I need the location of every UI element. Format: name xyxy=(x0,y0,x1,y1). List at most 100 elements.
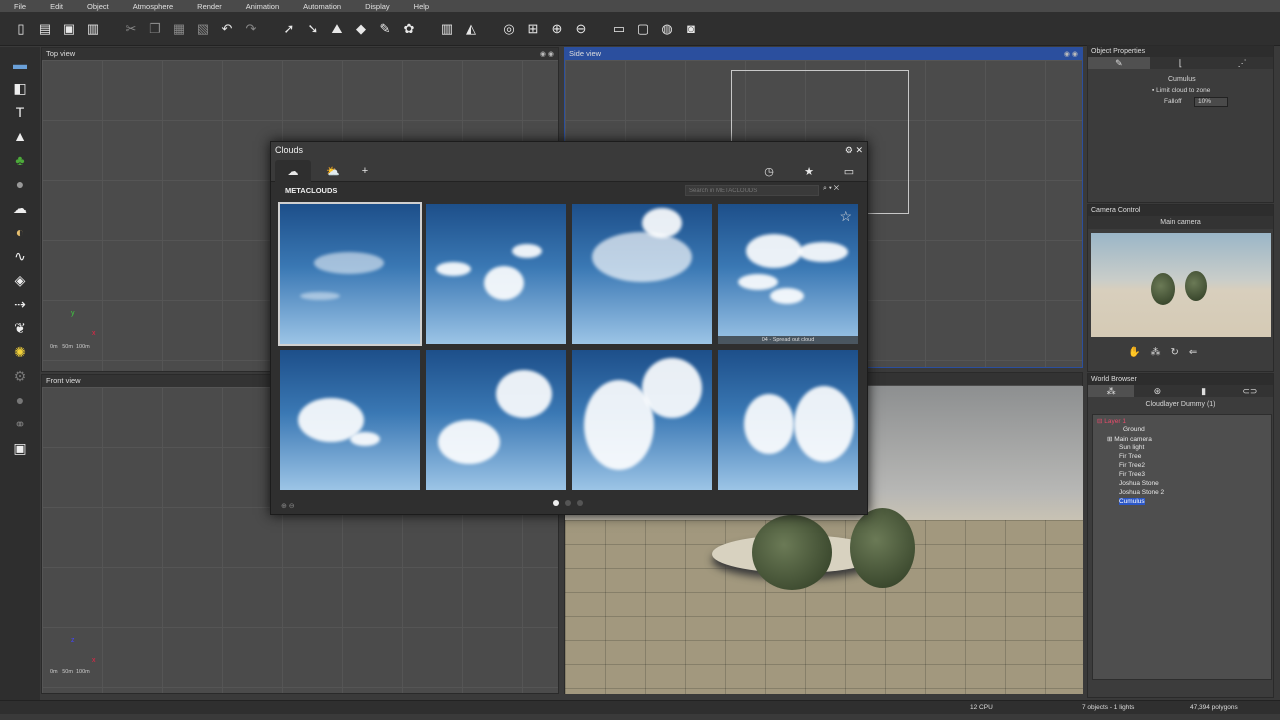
list-item[interactable]: Joshua Stone xyxy=(1119,480,1159,487)
falloff-field[interactable]: 10% xyxy=(1194,97,1228,107)
save-icon[interactable]: ▣ xyxy=(60,20,78,38)
material-icon[interactable]: ✿ xyxy=(400,20,418,38)
list-item[interactable]: ⊟ Layer 1 xyxy=(1097,417,1126,425)
group-icon[interactable]: ⚙ xyxy=(11,367,29,385)
materials-tab-icon[interactable]: ⊛ xyxy=(1134,385,1180,397)
clouds-tab-icon[interactable]: ☁ xyxy=(275,160,311,182)
add-tab-button[interactable]: + xyxy=(347,160,383,182)
zoom-in-icon[interactable]: ⊕ xyxy=(548,20,566,38)
cloud-layers-tab-icon[interactable]: ⛅ xyxy=(315,160,351,182)
globe-icon[interactable]: ◎ xyxy=(500,20,518,38)
terrain-icon[interactable]: ⛰ xyxy=(328,20,346,38)
camera-selector[interactable]: Main camera xyxy=(1088,216,1273,229)
page-dot[interactable] xyxy=(565,500,571,506)
cloud-thumbnail[interactable] xyxy=(718,350,858,490)
redo-icon[interactable]: ↷ xyxy=(242,20,260,38)
cube-icon[interactable]: ◧ xyxy=(11,79,29,97)
limit-to-zone-checkbox[interactable]: ▪ Limit cloud to zone xyxy=(1152,87,1210,94)
plant-icon[interactable]: ❦ xyxy=(11,319,29,337)
duplicate-icon[interactable]: ▧ xyxy=(194,20,212,38)
layers-icon[interactable]: ▣ xyxy=(11,439,29,457)
menu-atmosphere[interactable]: Atmosphere xyxy=(133,2,173,11)
zoom-out-icon[interactable]: ⊖ xyxy=(572,20,590,38)
cloud-thumbnail[interactable] xyxy=(426,204,566,344)
cloud-thumbnail[interactable] xyxy=(278,202,422,346)
text-icon[interactable]: T xyxy=(11,103,29,121)
folder-icon[interactable]: ▭ xyxy=(831,160,867,182)
zoom-icons[interactable]: ⊕ ⊖ xyxy=(281,502,295,510)
grid-icon[interactable]: ▥ xyxy=(438,20,456,38)
menu-render[interactable]: Render xyxy=(197,2,222,11)
fir-tree-object[interactable] xyxy=(850,508,915,588)
aspect-tab-icon[interactable]: ✎ xyxy=(1088,57,1150,69)
render-frame-icon[interactable]: ▢ xyxy=(634,20,652,38)
list-item[interactable]: Fir Tree2 xyxy=(1119,462,1145,469)
wind-icon[interactable]: ⇢ xyxy=(11,295,29,313)
plane-icon[interactable]: ▬ xyxy=(11,55,29,73)
object-icon[interactable]: ◆ xyxy=(352,20,370,38)
object-count: 7 objects - 1 lights xyxy=(1082,704,1135,711)
new-file-icon[interactable]: ▯ xyxy=(12,20,30,38)
menu-help[interactable]: Help xyxy=(414,2,429,11)
render-sphere-icon[interactable]: ◍ xyxy=(658,20,676,38)
mountain-icon[interactable]: ▲ xyxy=(11,127,29,145)
undo-icon[interactable]: ↶ xyxy=(218,20,236,38)
recent-icon[interactable]: ◷ xyxy=(751,160,787,182)
menu-object[interactable]: Object xyxy=(87,2,109,11)
camera-icon[interactable]: ◙ xyxy=(682,20,700,38)
viewport-controls-icon[interactable]: ◉ ◉ xyxy=(540,50,554,58)
favorites-icon[interactable]: ★ xyxy=(791,160,827,182)
stats-tab-icon[interactable]: ▮ xyxy=(1181,385,1227,397)
save-as-icon[interactable]: ▥ xyxy=(84,20,102,38)
menu-display[interactable]: Display xyxy=(365,2,390,11)
link-icon[interactable]: ⚭ xyxy=(11,415,29,433)
rock-icon[interactable]: ● xyxy=(11,175,29,193)
animation-tab-icon[interactable]: ⌊ xyxy=(1150,57,1212,69)
select-add-icon[interactable]: ➘ xyxy=(304,20,322,38)
material-tab-icon[interactable]: ⋰ xyxy=(1211,57,1273,69)
cloud-icon[interactable]: ☁ xyxy=(11,199,29,217)
cloud-thumbnail[interactable] xyxy=(572,350,712,490)
render-area-icon[interactable]: ▭ xyxy=(610,20,628,38)
paste-icon[interactable]: ▦ xyxy=(170,20,188,38)
metablob-icon[interactable]: ● xyxy=(11,391,29,409)
page-dot[interactable] xyxy=(577,500,583,506)
cloud-thumbnail[interactable] xyxy=(572,204,712,344)
copy-icon[interactable]: ❐ xyxy=(146,20,164,38)
cloud-thumbnail[interactable] xyxy=(426,350,566,490)
list-item[interactable]: Cumulus xyxy=(1119,498,1145,505)
list-item[interactable]: ⊞ Main camera xyxy=(1107,435,1152,443)
objects-tab-icon[interactable]: ⁂ xyxy=(1088,385,1135,397)
snap-icon[interactable]: ⊞ xyxy=(524,20,542,38)
list-item[interactable]: Sun light xyxy=(1119,444,1144,451)
mirror-icon[interactable]: ◭ xyxy=(462,20,480,38)
menu-file[interactable]: File xyxy=(14,2,26,11)
links-tab-icon[interactable]: ⊂⊃ xyxy=(1227,385,1273,397)
menu-edit[interactable]: Edit xyxy=(50,2,63,11)
list-item[interactable]: Joshua Stone 2 xyxy=(1119,489,1164,496)
page-dot[interactable] xyxy=(553,500,559,506)
light-icon[interactable]: ✺ xyxy=(11,343,29,361)
list-item[interactable]: Fir Tree xyxy=(1119,453,1141,460)
camera-nav-icons[interactable]: ✋⁂↻⇐ xyxy=(1128,347,1207,358)
cut-icon[interactable]: ✂ xyxy=(122,20,140,38)
open-file-icon[interactable]: ▤ xyxy=(36,20,54,38)
menu-automation[interactable]: Automation xyxy=(303,2,341,11)
cloud-thumbnail[interactable]: ☆ 04 - Spread out cloud xyxy=(718,204,858,344)
paint-icon[interactable]: ✎ xyxy=(376,20,394,38)
tree-icon[interactable]: ♣ xyxy=(11,151,29,169)
list-item[interactable]: Fir Tree3 xyxy=(1119,471,1145,478)
viewport-controls-icon[interactable]: ◉ ◉ xyxy=(1064,50,1078,58)
search-icon[interactable]: ⌕ ▾ ✕ xyxy=(823,185,839,193)
planet-icon[interactable]: ◐ xyxy=(11,223,29,241)
boolean-icon[interactable]: ◈ xyxy=(11,271,29,289)
close-icon[interactable]: ⚙ ✕ xyxy=(845,142,863,158)
list-item[interactable]: Ground xyxy=(1123,426,1145,433)
menu-animation[interactable]: Animation xyxy=(246,2,279,11)
curve-icon[interactable]: ∿ xyxy=(11,247,29,265)
search-input[interactable] xyxy=(685,185,819,196)
favorite-star-icon[interactable]: ☆ xyxy=(839,208,852,225)
fir-tree-object[interactable] xyxy=(752,515,832,590)
select-icon[interactable]: ➚ xyxy=(280,20,298,38)
cloud-thumbnail[interactable] xyxy=(280,350,420,490)
